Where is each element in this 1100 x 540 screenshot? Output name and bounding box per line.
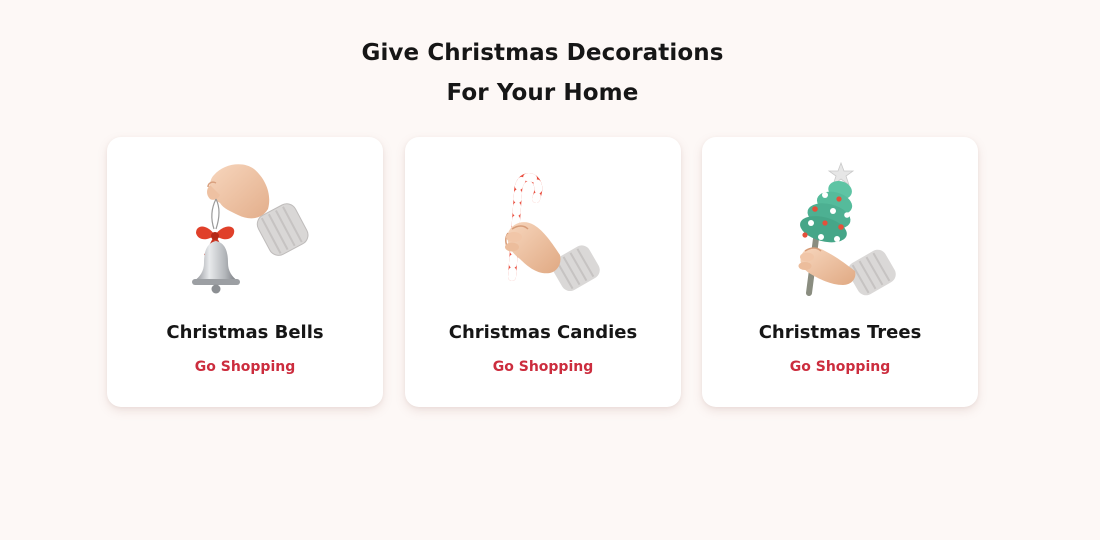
card-title: Christmas Trees bbox=[758, 322, 922, 343]
card-title: Christmas Candies bbox=[448, 322, 638, 343]
category-cards: Christmas Bells Go Shopping Christmas Ca… bbox=[107, 137, 978, 407]
card-christmas-bells: Christmas Bells Go Shopping bbox=[107, 137, 383, 407]
tree-in-hand-icon bbox=[775, 159, 905, 303]
go-shopping-link[interactable]: Go Shopping bbox=[405, 356, 681, 378]
section-heading: Give Christmas Decorations For Your Home bbox=[0, 33, 1085, 113]
card-christmas-trees: Christmas Trees Go Shopping bbox=[702, 137, 978, 407]
card-title: Christmas Bells bbox=[166, 322, 324, 343]
go-shopping-link[interactable]: Go Shopping bbox=[107, 356, 383, 378]
heading-line-2: For Your Home bbox=[446, 80, 639, 106]
decorations-section: Give Christmas Decorations For Your Home bbox=[0, 0, 1100, 540]
heading-line-1: Give Christmas Decorations bbox=[361, 40, 724, 66]
card-christmas-candies: Christmas Candies Go Shopping bbox=[405, 137, 681, 407]
candy-cane-in-hand-icon bbox=[478, 159, 608, 303]
bell-in-hand-icon bbox=[180, 159, 310, 303]
go-shopping-link[interactable]: Go Shopping bbox=[702, 356, 978, 378]
